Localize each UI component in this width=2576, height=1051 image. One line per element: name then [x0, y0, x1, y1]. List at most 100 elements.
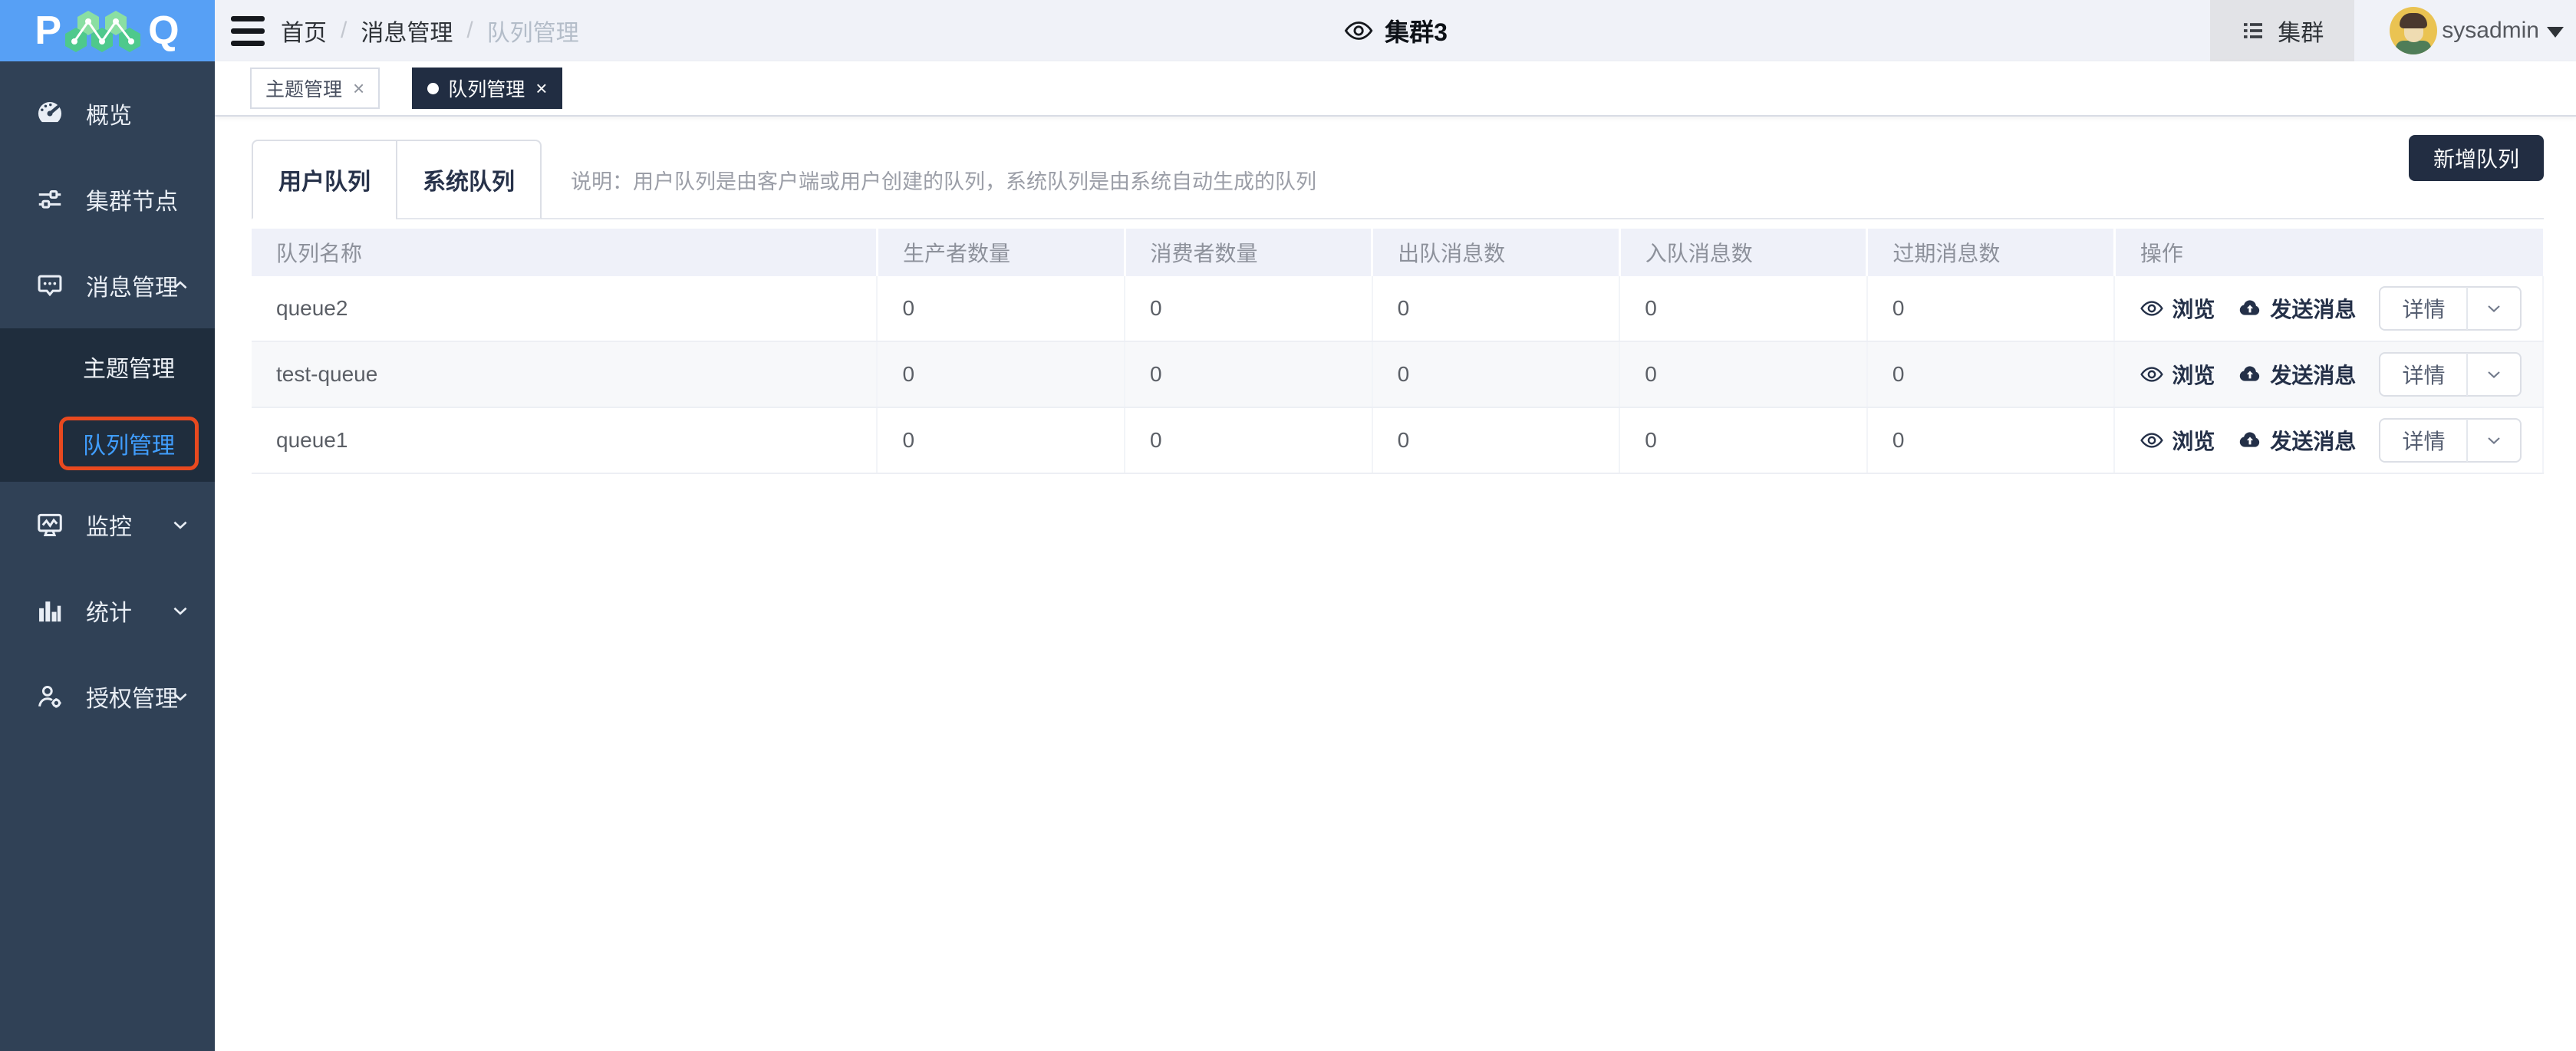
sidebar-item-overview[interactable]: 概览: [0, 71, 215, 156]
main-content: 用户队列 系统队列 说明：用户队列是由客户端或用户创建的队列，系统队列是由系统自…: [215, 117, 2576, 1051]
sidebar-item-message-mgmt[interactable]: 消息管理: [0, 242, 215, 328]
user-gear-icon: [35, 682, 64, 711]
browse-action[interactable]: 浏览: [2140, 425, 2215, 456]
dashboard-icon: [35, 99, 64, 128]
cell-actions: 浏览 发送消息 详情: [2114, 407, 2543, 473]
username: sysadmin: [2442, 18, 2539, 44]
sidebar-item-statistics[interactable]: 统计: [0, 568, 215, 654]
cluster-switch-button[interactable]: 集群: [2210, 0, 2354, 61]
hamburger-menu-icon[interactable]: [215, 0, 261, 61]
cell-consumers: 0: [1125, 341, 1372, 407]
sidebar-item-topic-mgmt[interactable]: 主题管理: [0, 328, 215, 405]
browse-action[interactable]: 浏览: [2140, 359, 2215, 390]
send-message-action[interactable]: 发送消息: [2238, 293, 2356, 324]
breadcrumb-home[interactable]: 首页: [281, 14, 327, 48]
breadcrumb-separator: /: [466, 18, 473, 44]
eye-icon: [1343, 15, 1374, 46]
tag-queue-mgmt[interactable]: 队列管理 ×: [412, 68, 562, 109]
sidebar-item-label: 统计: [86, 594, 132, 628]
cloud-upload-icon: [2238, 296, 2262, 321]
table-row: queue2 0 0 0 0 0 浏览: [252, 276, 2543, 341]
cell-enqueued: 0: [1619, 276, 1867, 341]
logo-hexagons-icon: [65, 6, 145, 55]
cell-queue-name: test-queue: [252, 341, 877, 407]
sidebar-item-label: 授权管理: [86, 680, 178, 713]
cell-dequeued: 0: [1372, 276, 1620, 341]
sidebar-item-cluster-nodes[interactable]: 集群节点: [0, 156, 215, 242]
queue-description: 说明：用户队列是由客户端或用户创建的队列，系统队列是由系统自动生成的队列: [571, 165, 1316, 195]
highlight-annotation-box: 队列管理: [59, 417, 199, 470]
tag-topic-mgmt[interactable]: 主题管理 ×: [250, 68, 380, 109]
sidebar: P Q 概览: [0, 0, 215, 1051]
tab-system-queue[interactable]: 系统队列: [396, 140, 542, 219]
col-expired: 过期消息数: [1867, 229, 2115, 276]
browse-action[interactable]: 浏览: [2140, 293, 2215, 324]
cell-consumers: 0: [1125, 276, 1372, 341]
caret-down-icon: [2547, 27, 2564, 38]
cell-queue-name: queue1: [252, 407, 877, 473]
logo-letter-q: Q: [148, 8, 180, 54]
tags-view-bar: 主题管理 × 队列管理 ×: [215, 61, 2576, 117]
app-logo: P Q: [0, 0, 215, 61]
chevron-up-icon: [170, 275, 190, 295]
chevron-down-icon[interactable]: [2468, 431, 2520, 450]
detail-dropdown-button[interactable]: 详情: [2379, 352, 2522, 397]
close-icon[interactable]: ×: [535, 77, 547, 100]
close-icon[interactable]: ×: [353, 77, 364, 100]
col-producers: 生产者数量: [877, 229, 1125, 276]
table-row: test-queue 0 0 0 0 0 浏览: [252, 341, 2543, 407]
message-mgmt-submenu: 主题管理 队列管理: [0, 328, 215, 482]
cell-expired: 0: [1867, 341, 2115, 407]
chevron-down-icon: [170, 601, 190, 621]
breadcrumb: 首页 / 消息管理 / 队列管理: [281, 14, 579, 48]
send-message-action[interactable]: 发送消息: [2238, 425, 2356, 456]
add-queue-button[interactable]: 新增队列: [2409, 135, 2544, 181]
table-header-row: 队列名称 生产者数量 消费者数量 出队消息数 入队消息数 过期消息数 操作: [252, 229, 2543, 276]
cell-dequeued: 0: [1372, 341, 1620, 407]
col-enqueued: 入队消息数: [1619, 229, 1867, 276]
cell-queue-name: queue2: [252, 276, 877, 341]
cell-producers: 0: [877, 407, 1125, 473]
tag-label: 队列管理: [448, 74, 525, 102]
sidebar-item-monitoring[interactable]: 监控: [0, 482, 215, 568]
chevron-down-icon[interactable]: [2468, 299, 2520, 318]
current-cluster-title: 集群3: [1343, 0, 1448, 61]
logo-letter-p: P: [35, 8, 62, 54]
sidebar-item-auth-mgmt[interactable]: 授权管理: [0, 654, 215, 740]
detail-dropdown-button[interactable]: 详情: [2379, 418, 2522, 463]
sidebar-item-label: 队列管理: [83, 433, 175, 459]
cell-producers: 0: [877, 276, 1125, 341]
sidebar-item-label: 消息管理: [86, 269, 178, 302]
avatar: [2390, 7, 2437, 54]
cluster-name: 集群3: [1385, 13, 1448, 48]
detail-dropdown-button[interactable]: 详情: [2379, 286, 2522, 331]
breadcrumb-separator: /: [341, 18, 347, 44]
breadcrumb-current: 队列管理: [487, 14, 579, 48]
cell-actions: 浏览 发送消息 详情: [2114, 276, 2543, 341]
col-queue-name: 队列名称: [252, 229, 877, 276]
cell-producers: 0: [877, 341, 1125, 407]
chevron-down-icon: [170, 515, 190, 535]
col-consumers: 消费者数量: [1125, 229, 1372, 276]
user-dropdown[interactable]: sysadmin: [2390, 7, 2564, 54]
list-icon: [2241, 18, 2265, 43]
monitor-icon: [35, 510, 64, 539]
cell-consumers: 0: [1125, 407, 1372, 473]
tab-user-queue[interactable]: 用户队列: [252, 140, 397, 219]
sidebar-item-queue-mgmt[interactable]: 队列管理: [0, 405, 215, 482]
send-message-action[interactable]: 发送消息: [2238, 359, 2356, 390]
chevron-down-icon[interactable]: [2468, 365, 2520, 384]
queue-table: 队列名称 生产者数量 消费者数量 出队消息数 入队消息数 过期消息数 操作 qu…: [252, 229, 2544, 474]
cell-enqueued: 0: [1619, 341, 1867, 407]
cell-expired: 0: [1867, 407, 2115, 473]
eye-icon: [2140, 296, 2164, 321]
cloud-upload-icon: [2238, 362, 2262, 387]
col-dequeued: 出队消息数: [1372, 229, 1620, 276]
cloud-upload-icon: [2238, 428, 2262, 453]
breadcrumb-message-mgmt[interactable]: 消息管理: [361, 14, 453, 48]
tag-label: 主题管理: [265, 74, 342, 102]
top-navbar: 首页 / 消息管理 / 队列管理 集群3 集群 sysadmin: [215, 0, 2576, 61]
bar-chart-icon: [35, 596, 64, 625]
chevron-down-icon: [170, 687, 190, 707]
active-dot: [427, 83, 439, 94]
